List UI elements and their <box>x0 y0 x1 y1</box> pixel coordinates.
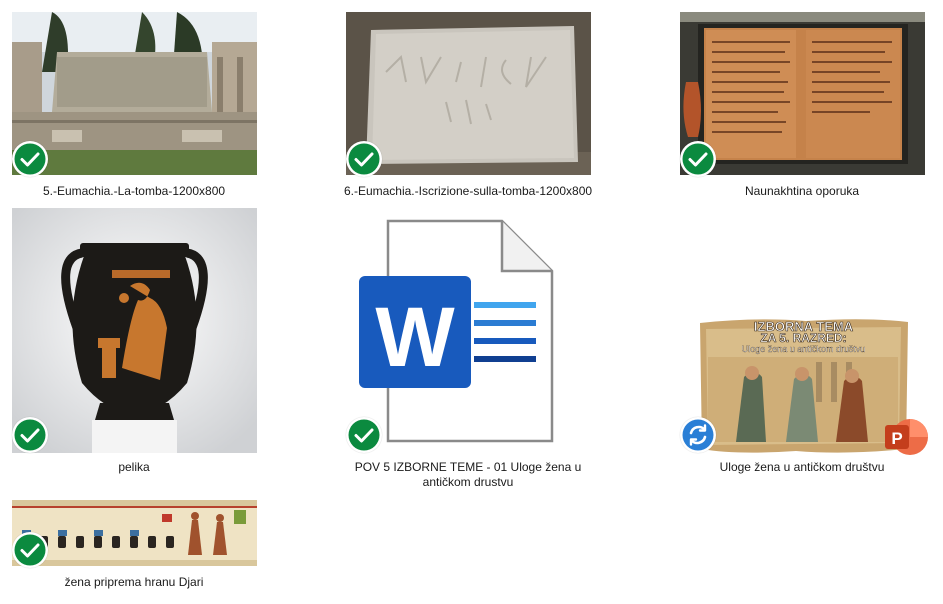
word-document-icon[interactable]: W <box>356 216 556 446</box>
file-item[interactable]: W POV 5 IZBORNE TEME - 01 Uloge žena u a… <box>334 200 602 500</box>
file-thumbnail[interactable]: IZBORNA TEMA ZA 5. RAZRED: Uloge žena u … <box>696 317 911 455</box>
file-item[interactable]: Naunakhtina oporuka <box>668 0 936 200</box>
file-item[interactable]: pelika <box>0 200 268 480</box>
sync-status-check-icon <box>12 532 48 568</box>
file-item[interactable]: žena priprema hranu Djari <box>0 495 268 604</box>
sync-status-check-icon <box>346 417 382 453</box>
file-name[interactable]: Uloge žena u antičkom društvu <box>668 460 936 475</box>
powerpoint-icon: P <box>884 417 928 457</box>
sync-status-check-icon <box>346 141 382 177</box>
svg-text:P: P <box>891 429 902 448</box>
file-name[interactable]: Naunakhtina oporuka <box>668 184 936 199</box>
file-thumbnail[interactable] <box>346 12 591 175</box>
file-item[interactable]: IZBORNA TEMA ZA 5. RAZRED: Uloge žena u … <box>668 200 936 480</box>
sync-status-check-icon <box>12 417 48 453</box>
file-name[interactable]: 5.-Eumachia.-La-tomba-1200x800 <box>0 184 268 199</box>
svg-text:W: W <box>375 290 455 384</box>
file-thumbnail[interactable] <box>12 500 257 566</box>
file-name[interactable]: žena priprema hranu Djari <box>0 575 268 590</box>
sync-status-check-icon <box>12 141 48 177</box>
file-thumbnail[interactable] <box>12 12 257 175</box>
file-item[interactable]: 5.-Eumachia.-La-tomba-1200x800 <box>0 0 268 200</box>
file-thumbnail[interactable] <box>12 208 257 453</box>
file-name[interactable]: pelika <box>0 460 268 475</box>
sync-status-check-icon <box>680 141 716 177</box>
sync-pending-icon <box>680 417 716 453</box>
file-name-line-2: antičkom drustvu <box>422 475 514 489</box>
file-thumbnail[interactable] <box>680 12 925 175</box>
file-item[interactable]: 6.-Eumachia.-Iscrizione-sulla-tomba-1200… <box>334 0 602 200</box>
file-name-line-1: POV 5 IZBORNE TEME - 01 Uloge žena u <box>354 460 582 474</box>
slide-title-2: ZA 5. RAZRED: <box>760 331 847 346</box>
file-name[interactable]: 6.-Eumachia.-Iscrizione-sulla-tomba-1200… <box>334 184 602 199</box>
slide-subtitle: Uloge žena u antičkom društvu <box>741 344 866 354</box>
file-name[interactable]: POV 5 IZBORNE TEME - 01 Uloge žena u ant… <box>334 460 602 490</box>
